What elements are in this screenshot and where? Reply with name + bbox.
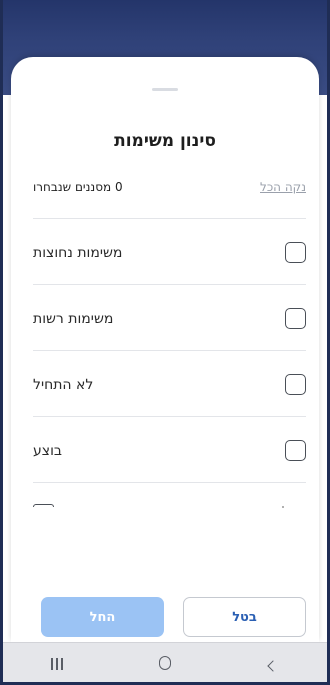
option-label: בוצע (33, 442, 62, 459)
back-icon[interactable] (253, 655, 293, 674)
checkbox[interactable] (285, 374, 306, 395)
sheet-title: סינון משימות (114, 131, 216, 151)
filter-option-not-started[interactable]: לא התחיל (33, 350, 306, 416)
filter-bottom-sheet: סינון משימות 0 מסננים שנבחרו נקה הכל משי… (11, 57, 319, 642)
filter-option-required[interactable]: משימות נחוצות (33, 218, 306, 284)
clear-all-link[interactable]: נקה הכל (260, 180, 306, 194)
recent-apps-icon[interactable] (37, 655, 77, 674)
partial-label (282, 506, 284, 508)
filter-option-partial[interactable] (33, 482, 306, 508)
option-label: לא התחיל (33, 376, 94, 393)
system-navigation-bar (3, 642, 327, 685)
option-label: משימות רשות (33, 310, 114, 327)
drag-handle[interactable] (152, 88, 178, 91)
apply-button[interactable]: החל (41, 597, 164, 637)
filter-option-optional[interactable]: משימות רשות (33, 284, 306, 350)
home-icon[interactable] (145, 655, 185, 674)
option-label: משימות נחוצות (33, 244, 123, 261)
filter-options-list: משימות נחוצות משימות רשות לא התחיל בוצע (33, 218, 306, 508)
checkbox[interactable] (33, 504, 54, 507)
filter-option-done[interactable]: בוצע (33, 416, 306, 482)
checkbox[interactable] (285, 308, 306, 329)
cancel-button[interactable]: בטל (183, 597, 306, 637)
selected-filters-count: 0 מסננים שנבחרו (33, 180, 123, 194)
action-buttons: החל בטל (41, 597, 306, 637)
device-screen: סינון משימות 0 מסננים שנבחרו נקה הכל משי… (0, 0, 330, 685)
filter-summary-row: 0 מסננים שנבחרו נקה הכל (33, 175, 306, 199)
checkbox[interactable] (285, 440, 306, 461)
checkbox[interactable] (285, 242, 306, 263)
